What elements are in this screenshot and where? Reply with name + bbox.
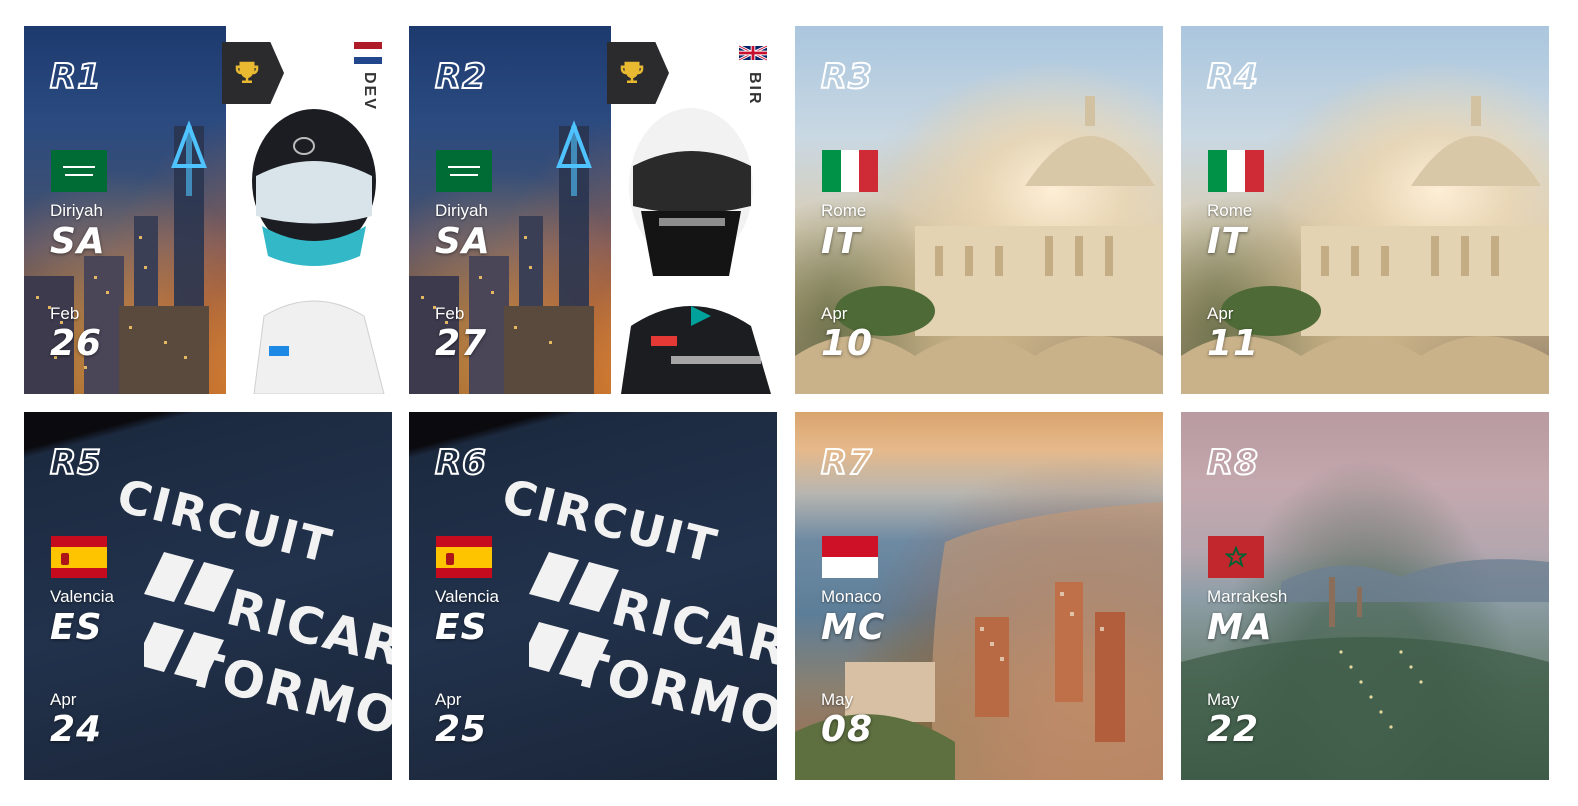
round-label: R3 xyxy=(820,57,873,97)
winner-driver-code: BIR xyxy=(746,72,763,106)
race-card-r8[interactable]: R8 Marrakesh MA May 22 xyxy=(1181,412,1549,780)
race-month: Apr xyxy=(50,690,77,709)
race-month: Apr xyxy=(821,304,848,323)
trophy-icon xyxy=(620,61,644,83)
flag-saudi-arabia xyxy=(436,150,492,192)
country-code: ES xyxy=(50,607,103,648)
flag-italy xyxy=(822,150,878,192)
flag-spain xyxy=(51,536,107,578)
driver-photo-bir xyxy=(621,108,771,394)
race-day: 24 xyxy=(50,709,103,750)
race-day: 10 xyxy=(821,323,874,364)
country-code: MC xyxy=(821,607,886,648)
country-code: SA xyxy=(50,221,106,262)
round-label: R4 xyxy=(1206,57,1259,97)
flag-saudi-arabia xyxy=(51,150,107,192)
round-label: R7 xyxy=(820,443,873,483)
city-name: Rome xyxy=(821,201,867,220)
country-code: IT xyxy=(821,221,861,262)
race-month: Feb xyxy=(50,304,80,323)
circuit-logo-stripes xyxy=(529,552,619,682)
race-day: 27 xyxy=(435,323,488,364)
race-month: May xyxy=(821,690,854,709)
race-day: 22 xyxy=(1207,709,1260,750)
flag-monaco xyxy=(822,536,878,578)
city-name: Diriyah xyxy=(50,201,103,220)
circuit-logo-stripes xyxy=(144,552,234,682)
flag-spain xyxy=(436,536,492,578)
race-card-r7[interactable]: R7 Monaco MC May 08 xyxy=(795,412,1163,780)
race-day: 08 xyxy=(821,709,874,750)
winner-flag-united-kingdom xyxy=(739,42,767,64)
winner-flag-netherlands xyxy=(354,42,382,64)
city-name: Rome xyxy=(1207,201,1253,220)
race-card-r4[interactable]: R4 Rome IT Apr 11 xyxy=(1181,26,1549,394)
race-card-r2[interactable]: BIR R2 Diriyah SA Feb 27 xyxy=(409,26,777,394)
country-code: IT xyxy=(1207,221,1247,262)
race-calendar-grid: DEV R1 Diriyah SA Feb 26 BIR R2 Diriyah … xyxy=(0,0,1578,806)
race-month: Feb xyxy=(435,304,465,323)
round-label: R2 xyxy=(434,57,487,97)
round-label: R6 xyxy=(434,443,487,483)
race-month: Apr xyxy=(1207,304,1234,323)
race-day: 26 xyxy=(50,323,103,364)
race-card-r1[interactable]: DEV R1 Diriyah SA Feb 26 xyxy=(24,26,392,394)
country-code: SA xyxy=(435,221,491,262)
race-card-r5[interactable]: CIRCUIT RICAR TORMO R5 Valencia ES Apr 2… xyxy=(24,412,392,780)
round-label: R5 xyxy=(49,443,102,483)
city-name: Marrakesh xyxy=(1207,587,1288,606)
race-day: 11 xyxy=(1207,323,1260,364)
country-code: ES xyxy=(435,607,488,648)
winner-driver-code: DEV xyxy=(361,72,378,111)
flag-italy xyxy=(1208,150,1264,192)
trophy-icon xyxy=(235,61,259,83)
race-card-r6[interactable]: CIRCUIT RICAR TORMO R6 Valencia ES Apr 2… xyxy=(409,412,777,780)
round-label: R8 xyxy=(1206,443,1259,483)
city-name: Valencia xyxy=(50,587,114,606)
city-name: Diriyah xyxy=(435,201,488,220)
race-month: May xyxy=(1207,690,1240,709)
city-name: Valencia xyxy=(435,587,499,606)
race-card-r3[interactable]: R3 Rome IT Apr 10 xyxy=(795,26,1163,394)
country-code: MA xyxy=(1207,607,1273,648)
driver-photo-dev xyxy=(252,109,385,394)
flag-morocco xyxy=(1208,536,1264,578)
race-month: Apr xyxy=(435,690,462,709)
city-name: Monaco xyxy=(821,587,882,606)
round-label: R1 xyxy=(49,57,102,97)
race-day: 25 xyxy=(435,709,488,750)
